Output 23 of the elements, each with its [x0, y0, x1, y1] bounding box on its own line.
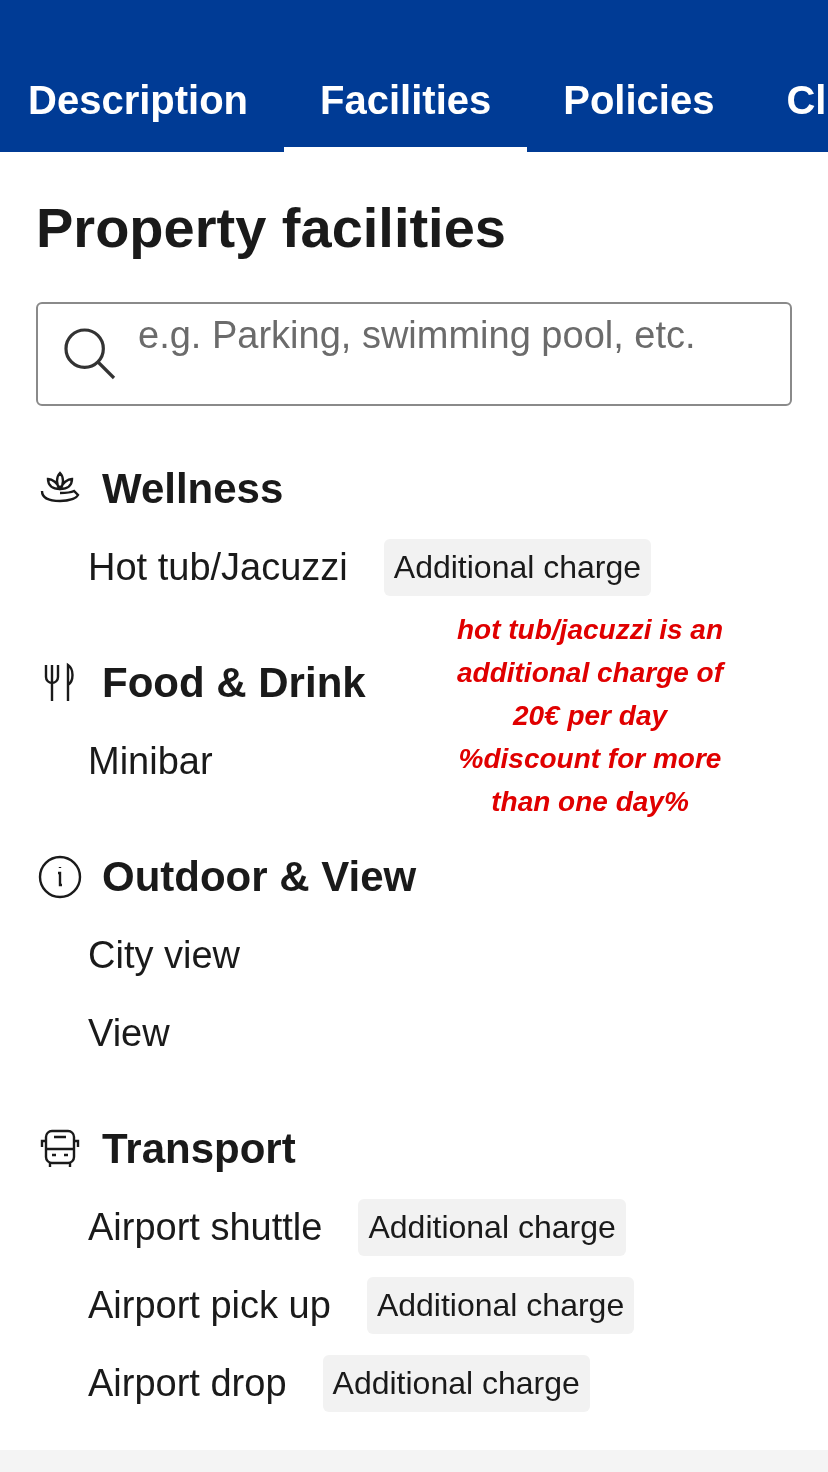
section-title: Transport [102, 1125, 296, 1173]
annotation-note: hot tub/jacuzzi is an additional charge of 20€ per day %discount for more than one day% [405, 608, 775, 823]
facility-name: Airport pick up [88, 1283, 331, 1327]
facility-name: Hot tub/Jacuzzi [88, 545, 348, 589]
tab[interactable]: Cl [750, 54, 828, 152]
page-heading: Property facilities [36, 195, 507, 261]
facility-name: View [88, 1011, 170, 1055]
info-icon [36, 853, 84, 901]
charge-tag: Additional charge [322, 1354, 590, 1412]
tab[interactable]: Policies [527, 54, 751, 152]
search-field[interactable]: e.g. Parking, swimming pool, etc. [36, 302, 792, 406]
section-title: Wellness [102, 465, 284, 513]
facility-name: Airport shuttle [88, 1205, 323, 1249]
section-title: Food & Drink [102, 659, 366, 707]
facility-name: Minibar [88, 739, 213, 783]
tab[interactable]: Facilities [284, 54, 528, 152]
tab[interactable]: Description [0, 54, 285, 152]
facility-name: Airport drop [88, 1361, 287, 1405]
section-title: Outdoor & View [102, 853, 417, 901]
charge-tag: Additional charge [383, 538, 652, 596]
charge-tag: Additional charge [358, 1198, 626, 1256]
facility-name: City view [88, 933, 241, 977]
charge-tag: Additional charge [366, 1276, 635, 1334]
